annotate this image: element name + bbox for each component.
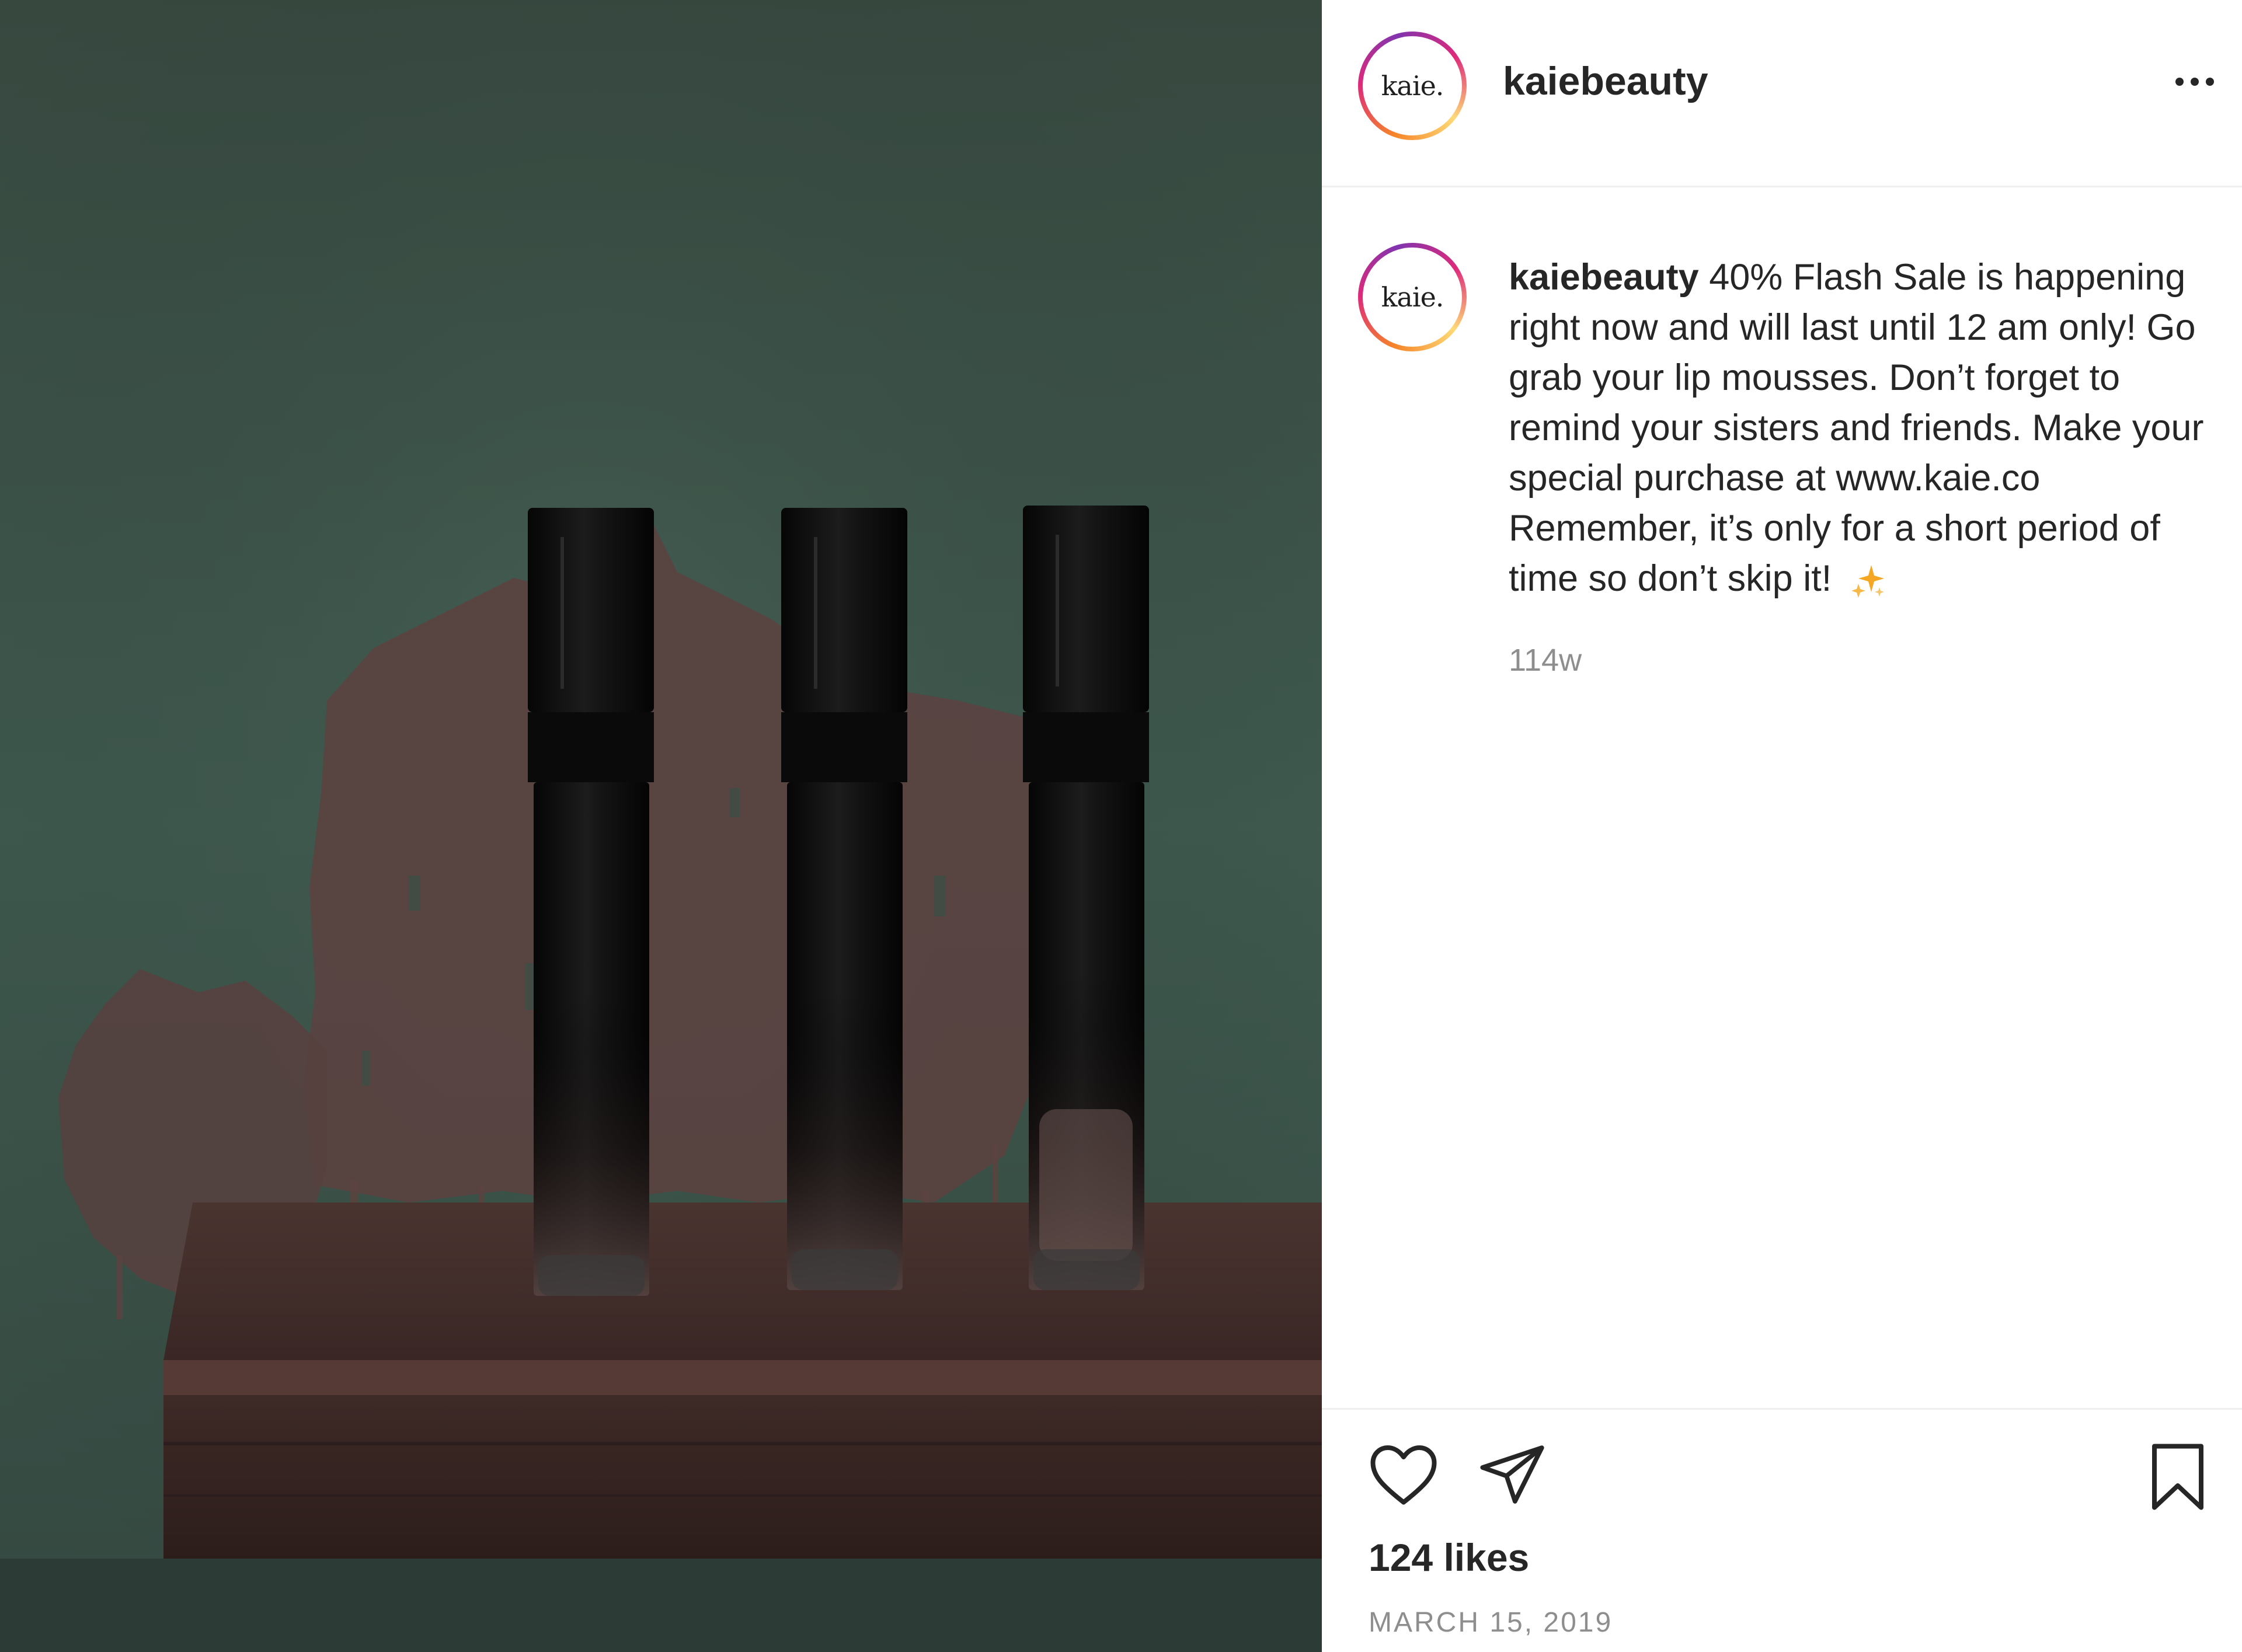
avatar-logo: kaie. <box>1367 252 1457 342</box>
lip-mousse-product-photo <box>0 0 1322 1652</box>
sparkles-icon <box>1851 565 1884 598</box>
lip-mousse-tube <box>1023 506 1149 1290</box>
caption: kaiebeauty 40% Flash Sale is happening r… <box>1509 252 2215 604</box>
post-age[interactable]: 114w <box>1509 642 1582 678</box>
divider <box>1322 1408 2242 1410</box>
like-count[interactable]: 124 likes <box>1369 1535 1529 1580</box>
more-horizontal-icon <box>2175 78 2184 86</box>
lip-mousse-tube <box>781 508 907 1290</box>
avatar-logo: kaie. <box>1367 41 1457 131</box>
post-date: MARCH 15, 2019 <box>1369 1607 1613 1638</box>
caption-username[interactable]: kaiebeauty <box>1509 257 1699 298</box>
header-username[interactable]: kaiebeauty <box>1503 58 1708 104</box>
divider <box>1322 186 2242 187</box>
heart-icon[interactable] <box>1369 1442 1439 1507</box>
caption-avatar[interactable]: kaie. <box>1358 243 1467 351</box>
more-options-button[interactable] <box>2163 58 2227 105</box>
bookmark-icon[interactable] <box>2147 1442 2208 1512</box>
avatar[interactable]: kaie. <box>1358 32 1467 140</box>
caption-text: 40% Flash Sale is happening right now an… <box>1509 257 2204 599</box>
lip-mousse-tube <box>528 508 654 1296</box>
paper-plane-icon[interactable] <box>1478 1443 1546 1506</box>
post-photo[interactable] <box>0 0 1322 1652</box>
post-side-panel: kaie. kaiebeauty kaie. kaiebeauty 40% Fl… <box>1322 0 2242 1652</box>
